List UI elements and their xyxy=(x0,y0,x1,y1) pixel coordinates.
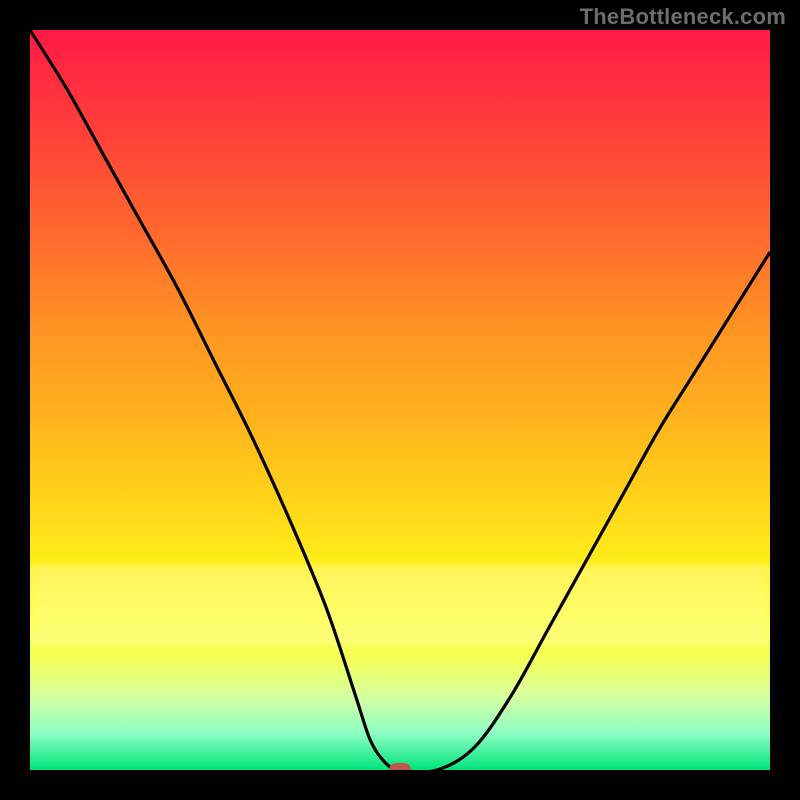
bottleneck-curve xyxy=(30,30,770,770)
plot-area xyxy=(30,30,770,770)
minimum-marker xyxy=(389,763,411,770)
chart-frame: TheBottleneck.com xyxy=(0,0,800,800)
watermark-text: TheBottleneck.com xyxy=(580,4,786,30)
